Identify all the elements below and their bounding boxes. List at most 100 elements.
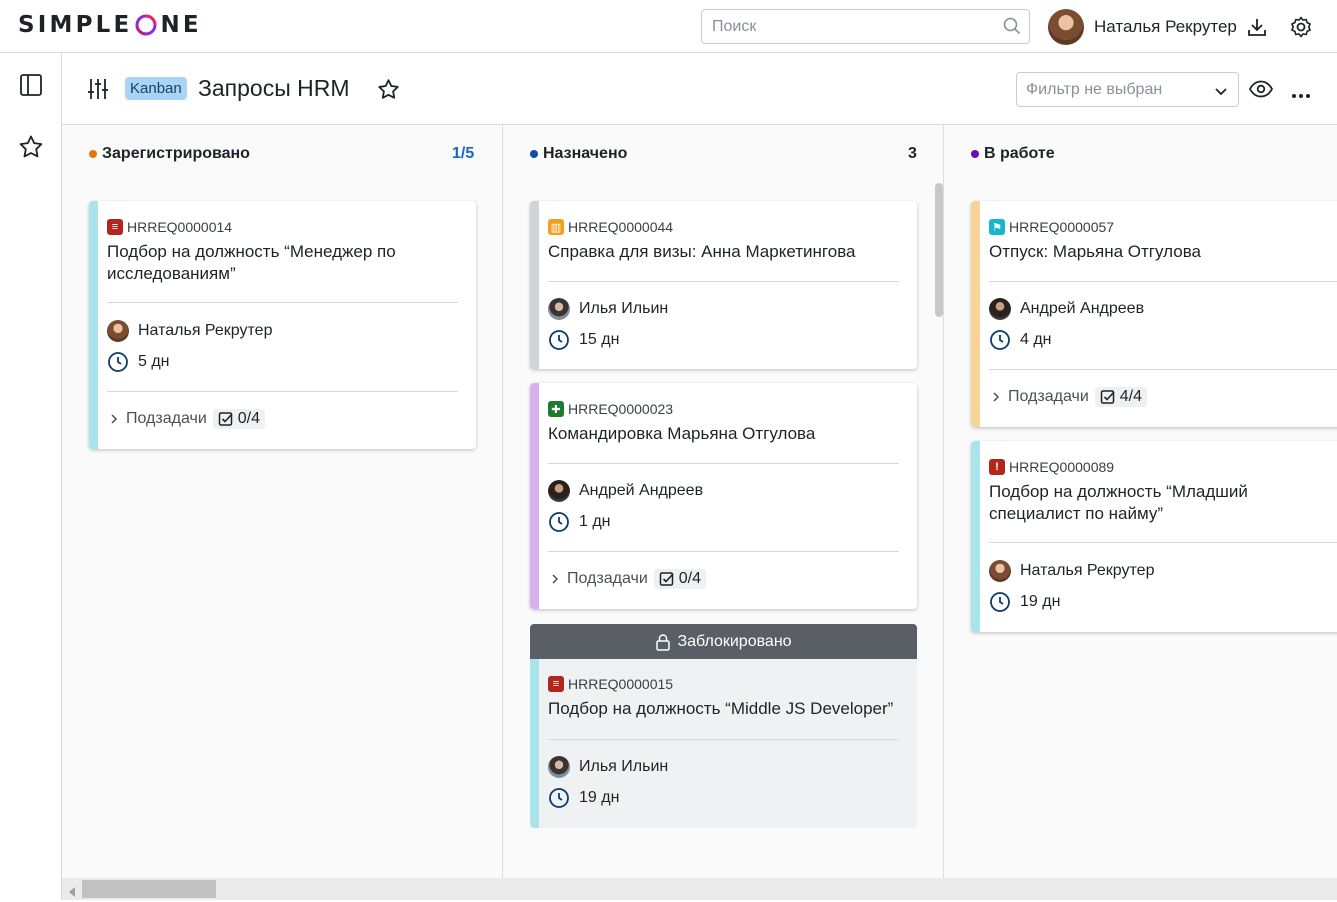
card-HRREQ0000014[interactable]: ≡ HRREQ0000014 Подбор на должность “Мене… xyxy=(89,201,476,449)
card-divider xyxy=(989,281,1337,282)
horizontal-scrollbar[interactable] xyxy=(62,878,1337,900)
card-divider xyxy=(548,281,899,282)
card-stripe xyxy=(530,659,539,828)
card-duration: 5 дн xyxy=(107,351,170,373)
card-HRREQ0000023[interactable]: ✚ HRREQ0000023 Командировка Марьяна Отгу… xyxy=(530,383,917,609)
card-duration: 19 дн xyxy=(548,787,619,809)
checkbox-icon xyxy=(659,572,674,586)
duration-text: 5 дн xyxy=(138,353,170,370)
document-type-icon: ≡ xyxy=(548,676,564,692)
subtasks-counter: 0/4 xyxy=(653,569,707,589)
card-subtasks[interactable]: Подзадачи 0/4 xyxy=(548,569,707,589)
checkbox-icon xyxy=(1100,390,1115,404)
card-duration: 19 дн xyxy=(989,591,1060,613)
assignee-name: Илья Ильин xyxy=(579,758,669,775)
page-title: Запросы HRM xyxy=(198,75,350,101)
puzzle-type-icon: ✚ xyxy=(548,401,564,417)
book-type-icon: ▥ xyxy=(548,219,564,235)
card-assignee: Наталья Рекрутер xyxy=(107,320,272,342)
user-name[interactable]: Наталья Рекрутер xyxy=(1094,17,1237,37)
favorite-star-icon[interactable] xyxy=(377,78,400,106)
card-subtasks[interactable]: Подзадачи 0/4 xyxy=(107,409,266,429)
card-assignee: Илья Ильин xyxy=(548,756,668,778)
sidebar-panel-icon[interactable] xyxy=(19,73,43,102)
sidebar xyxy=(0,53,62,900)
lock-icon xyxy=(656,633,671,651)
card-title: Подбор на должность “Менеджер по исследо… xyxy=(107,242,396,283)
card-number-text: HRREQ0000015 xyxy=(568,676,674,692)
chevron-right-icon xyxy=(993,392,1000,402)
assignee-name: Илья Ильин xyxy=(579,300,669,317)
card-HRREQ0000057[interactable]: ⚑ HRREQ0000057 Отпуск: Марьяна Отгулова … xyxy=(971,201,1337,427)
filter-select-value: Фильтр не выбран xyxy=(1026,81,1163,98)
top-bar: SIMPLE NE Наталья Рекрутер xyxy=(0,0,1337,53)
page-header: Kanban Запросы HRM Фильтр не выбран xyxy=(62,53,1337,125)
column-title: Назначено xyxy=(543,145,628,162)
card-HRREQ0000015[interactable]: ≡ HRREQ0000015 Подбор на должность “Midd… xyxy=(530,659,917,828)
column-scrollbar[interactable] xyxy=(935,183,943,317)
filter-select[interactable]: Фильтр не выбран xyxy=(1016,72,1239,107)
clock-icon xyxy=(990,592,1010,612)
gear-icon[interactable] xyxy=(1289,15,1313,44)
eye-icon[interactable] xyxy=(1248,80,1274,103)
card-divider xyxy=(107,391,458,392)
search-input[interactable] xyxy=(701,9,1030,44)
duration-text: 19 дн xyxy=(579,789,620,806)
card-title: Отпуск: Марьяна Отгулова xyxy=(989,242,1201,261)
scroll-left-icon[interactable] xyxy=(68,884,76,902)
card-subtasks[interactable]: Подзадачи 4/4 xyxy=(989,387,1148,407)
card-stripe xyxy=(971,441,980,632)
duration-text: 1 дн xyxy=(579,513,611,530)
sliders-icon[interactable] xyxy=(87,78,109,105)
card-title: Подбор на должность “Младший специалист … xyxy=(989,482,1248,523)
column-title: В работе xyxy=(984,145,1055,162)
card-HRREQ0000089[interactable]: ! HRREQ0000089 Подбор на должность “Млад… xyxy=(971,441,1337,632)
logo[interactable]: SIMPLE NE xyxy=(18,12,202,38)
column-in-progress: В работе 2 ⚑ HRREQ0000057 Отпуск: Марьян… xyxy=(944,125,1337,878)
column-header: Зарегистрировано xyxy=(89,145,250,163)
assignee-name: Наталья Рекрутер xyxy=(138,322,273,339)
card-HRREQ0000044[interactable]: ▥ HRREQ0000044 Справка для визы: Анна Ма… xyxy=(530,201,917,369)
card-title: Подбор на должность “Middle JS Developer… xyxy=(548,699,894,718)
card-number: ≡ HRREQ0000015 xyxy=(548,676,673,692)
chevron-right-icon xyxy=(552,574,559,584)
card-duration: 15 дн xyxy=(548,329,619,351)
card-divider xyxy=(548,739,899,740)
card-assignee: Илья Ильин xyxy=(548,298,668,320)
download-icon[interactable] xyxy=(1246,16,1268,43)
user-avatar[interactable] xyxy=(1048,9,1084,45)
card-number: ⚑ HRREQ0000057 xyxy=(989,219,1114,235)
blocked-label: Заблокировано xyxy=(677,632,792,650)
assignee-avatar xyxy=(548,756,570,778)
assignee-name: Андрей Андреев xyxy=(1020,300,1145,317)
blocked-banner: Заблокировано xyxy=(530,624,917,659)
card-assignee: Андрей Андреев xyxy=(548,480,703,502)
card-duration: 1 дн xyxy=(548,511,611,533)
assignee-avatar xyxy=(989,298,1011,320)
alert-type-icon: ! xyxy=(989,459,1005,475)
more-dots-icon[interactable] xyxy=(1291,86,1311,104)
card-number: ▥ HRREQ0000044 xyxy=(548,219,673,235)
assignee-name: Андрей Андреев xyxy=(579,482,704,499)
assignee-avatar xyxy=(989,560,1011,582)
checkbox-icon xyxy=(218,412,233,426)
subtasks-counter: 0/4 xyxy=(212,409,266,429)
assignee-name: Наталья Рекрутер xyxy=(1020,562,1155,579)
subtasks-label: Подзадачи xyxy=(126,410,207,427)
column-status-dot xyxy=(89,150,97,158)
subtasks-count: 4/4 xyxy=(1119,388,1143,405)
card-divider xyxy=(548,463,899,464)
assignee-avatar xyxy=(548,480,570,502)
column-status-dot xyxy=(971,150,979,158)
star-icon[interactable] xyxy=(18,134,44,165)
subtasks-label: Подзадачи xyxy=(567,570,648,587)
search-icon[interactable] xyxy=(1003,17,1021,40)
duration-text: 4 дн xyxy=(1020,331,1052,348)
card-number-text: HRREQ0000057 xyxy=(1009,219,1115,235)
horizontal-scrollbar-thumb[interactable] xyxy=(82,880,216,898)
column-status-dot xyxy=(530,150,538,158)
column-title: Зарегистрировано xyxy=(102,145,250,162)
card-number-text: HRREQ0000089 xyxy=(1009,459,1115,475)
clock-icon xyxy=(990,330,1010,350)
card-stripe xyxy=(971,201,980,427)
